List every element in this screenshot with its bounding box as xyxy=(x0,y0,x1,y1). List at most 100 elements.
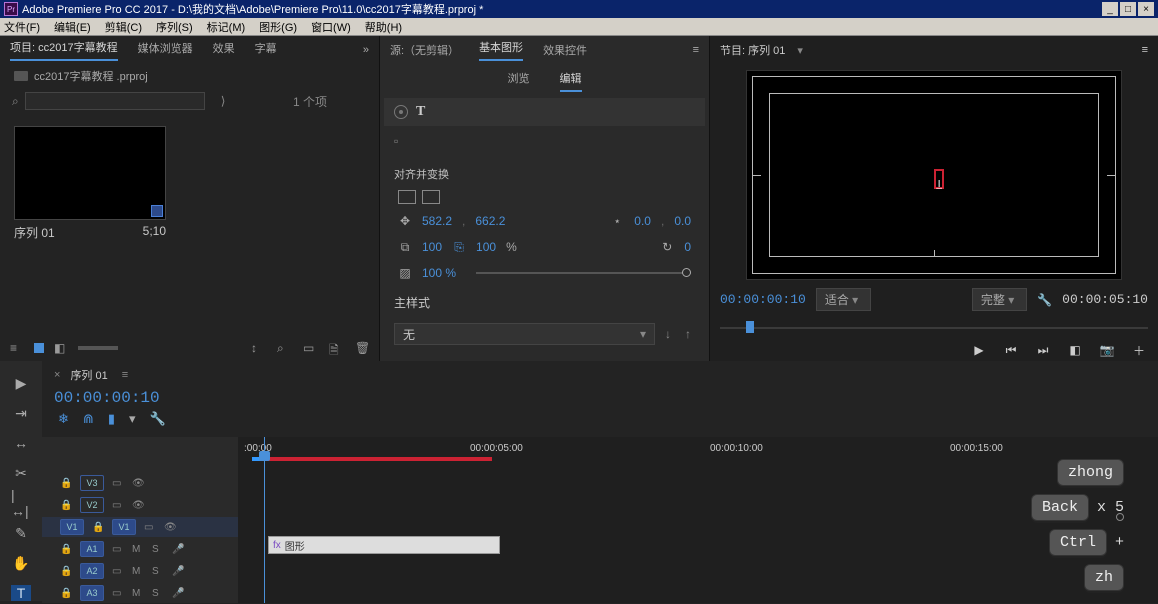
subtab-browse[interactable]: 浏览 xyxy=(508,70,530,92)
menu-help[interactable]: 帮助(H) xyxy=(365,19,402,35)
voice-icon[interactable]: 🎤 xyxy=(172,566,184,577)
tab-media-browser[interactable]: 媒体浏览器 xyxy=(138,40,193,60)
program-tab-close-icon[interactable]: ▾ xyxy=(797,44,803,57)
timeline-close-icon[interactable]: × xyxy=(54,369,60,381)
new-bin-icon[interactable]: ▭ xyxy=(303,341,317,355)
tl-settings-1-icon[interactable]: ▾ xyxy=(129,411,136,427)
settings-icon[interactable]: 🔧 xyxy=(1037,293,1052,307)
lock-icon[interactable]: 🔒 xyxy=(60,544,72,555)
selection-tool[interactable]: ▶ xyxy=(11,375,31,391)
type-tool[interactable]: T xyxy=(11,585,31,601)
timeline-clip[interactable]: fx 图形 xyxy=(268,536,500,554)
zoom-slider[interactable] xyxy=(78,346,118,350)
program-timecode[interactable]: 00:00:00:10 xyxy=(720,292,806,307)
scale-h[interactable]: 100 xyxy=(476,240,496,254)
toggle-output-icon[interactable]: ▭ xyxy=(112,544,124,555)
timeline-ruler[interactable]: :00:00 00:00:05:00 00:00:10:00 00:00:15:… xyxy=(238,437,1158,463)
quality-dropdown[interactable]: 完整 xyxy=(972,288,1027,311)
source-v1[interactable]: V1 xyxy=(60,519,84,535)
lock-icon[interactable]: 🔒 xyxy=(60,588,72,599)
toggle-output-icon[interactable]: ▭ xyxy=(112,566,124,577)
tl-settings-2-icon[interactable]: 🔧 xyxy=(150,411,166,427)
project-thumbnail[interactable] xyxy=(14,126,166,220)
tab-source[interactable]: 源:（无剪辑） xyxy=(390,42,459,58)
toggle-output-icon[interactable]: ▭ xyxy=(112,588,124,599)
tab-project[interactable]: 项目: cc2017字幕教程 xyxy=(10,39,118,61)
mark-in-button[interactable]: ◧ xyxy=(1066,343,1084,357)
toggle-output-icon[interactable]: ▭ xyxy=(112,500,124,511)
align-selection-icon[interactable] xyxy=(422,190,440,204)
maximize-button[interactable]: □ xyxy=(1120,2,1136,16)
push-style-icon[interactable]: ↓ xyxy=(661,327,675,341)
delete-icon[interactable]: 🗑 xyxy=(355,341,369,355)
opacity-slider[interactable] xyxy=(476,272,691,274)
track-v2[interactable]: V2 xyxy=(80,497,104,513)
menu-clip[interactable]: 剪辑(C) xyxy=(105,19,142,35)
menu-sequence[interactable]: 序列(S) xyxy=(156,19,193,35)
timeline-menu-icon[interactable]: ≡ xyxy=(122,369,128,381)
eye-icon[interactable]: 👁 xyxy=(132,478,144,489)
timeline-tab[interactable]: 序列 01 xyxy=(70,367,107,383)
track-v1[interactable]: V1 xyxy=(112,519,136,535)
track-v3[interactable]: V3 xyxy=(80,475,104,491)
tab-effects[interactable]: 效果 xyxy=(213,40,235,60)
icon-view-icon[interactable] xyxy=(34,343,44,353)
list-view-icon[interactable]: ≡ xyxy=(10,341,24,355)
find-icon[interactable]: ⌕ xyxy=(277,341,291,355)
search-collapse-icon[interactable]: ⟩ xyxy=(221,94,226,108)
program-scrub-bar[interactable] xyxy=(720,319,1148,335)
timeline-track-area[interactable]: :00:00 00:00:05:00 00:00:10:00 00:00:15:… xyxy=(238,437,1158,603)
lock-icon[interactable]: 🔒 xyxy=(60,478,72,489)
menu-marker[interactable]: 标记(M) xyxy=(207,19,246,35)
menu-file[interactable]: 文件(F) xyxy=(4,19,40,35)
toggle-output-icon[interactable]: ▭ xyxy=(112,478,124,489)
responsive-design-icon[interactable]: ▫ xyxy=(380,126,709,156)
razor-tool[interactable]: ✂ xyxy=(11,465,31,481)
ripple-edit-tool[interactable]: ↔ xyxy=(11,435,31,451)
zoom-dropdown[interactable]: 适合 xyxy=(816,288,871,311)
align-screen-icon[interactable] xyxy=(398,190,416,204)
hand-tool[interactable]: ✋ xyxy=(11,555,31,571)
subtab-edit[interactable]: 编辑 xyxy=(560,70,582,92)
marker-icon[interactable]: ▮ xyxy=(108,411,115,427)
snap-icon[interactable]: ❄ xyxy=(58,411,69,427)
pen-tool[interactable]: ✎ xyxy=(11,525,31,541)
tab-captions[interactable]: 字幕 xyxy=(255,40,277,60)
toggle-output-icon[interactable]: ▭ xyxy=(144,522,156,533)
step-fwd-button[interactable]: ⏭ xyxy=(1034,343,1052,357)
lock-icon[interactable]: 🔒 xyxy=(60,566,72,577)
position-y[interactable]: 662.2 xyxy=(475,214,505,228)
anchor-y[interactable]: 0.0 xyxy=(674,214,691,228)
scale-w[interactable]: 100 xyxy=(422,240,442,254)
opacity-value[interactable]: 100 % xyxy=(422,266,456,280)
anchor-x[interactable]: 0.0 xyxy=(634,214,651,228)
track-a1[interactable]: A1 xyxy=(80,541,104,557)
close-button[interactable]: × xyxy=(1138,2,1154,16)
rotation-value[interactable]: 0 xyxy=(684,240,691,254)
project-search-input[interactable] xyxy=(25,92,205,110)
menu-edit[interactable]: 编辑(E) xyxy=(54,19,91,35)
visibility-icon[interactable] xyxy=(394,105,408,119)
timeline-timecode[interactable]: 00:00:00:10 xyxy=(42,389,1158,407)
track-a3[interactable]: A3 xyxy=(80,585,104,601)
menu-graphics[interactable]: 图形(G) xyxy=(259,19,297,35)
program-tab[interactable]: 节目: 序列 01 xyxy=(720,42,785,58)
menu-window[interactable]: 窗口(W) xyxy=(311,19,351,35)
panel-menu-icon[interactable]: » xyxy=(363,44,369,56)
voice-icon[interactable]: 🎤 xyxy=(172,588,184,599)
step-back-button[interactable]: ⏮ xyxy=(1002,343,1020,357)
pull-style-icon[interactable]: ↑ xyxy=(681,327,695,341)
eye-icon[interactable]: 👁 xyxy=(132,500,144,511)
text-layer-row[interactable]: T xyxy=(384,98,705,126)
voice-icon[interactable]: 🎤 xyxy=(172,544,184,555)
new-item-icon[interactable]: 🗎 xyxy=(329,341,343,355)
timeline-playhead[interactable] xyxy=(264,437,265,603)
tab-effect-controls[interactable]: 效果控件 xyxy=(543,42,587,58)
play-button[interactable]: ▶ xyxy=(970,343,988,357)
lock-icon[interactable]: 🔒 xyxy=(92,522,104,533)
link-scale-icon[interactable]: ⎘ xyxy=(452,240,466,254)
tab-essential-graphics[interactable]: 基本图形 xyxy=(479,39,523,61)
position-x[interactable]: 582.2 xyxy=(422,214,452,228)
program-monitor[interactable]: I̲ xyxy=(746,70,1122,280)
track-a2[interactable]: A2 xyxy=(80,563,104,579)
